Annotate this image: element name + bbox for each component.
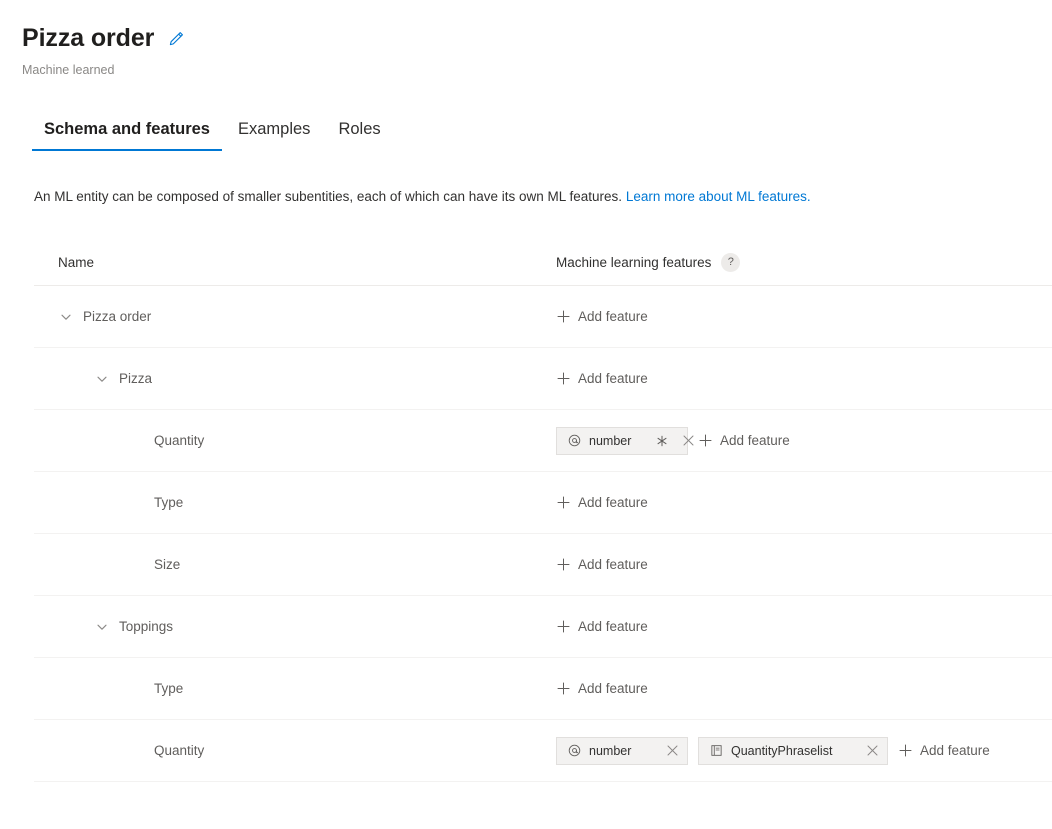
tab-label: Roles [338,120,381,138]
table-row: Type Add feature [34,472,1052,534]
chevron-down-icon[interactable] [58,309,74,325]
plus-icon [556,682,570,696]
row-features-cell: number QuantityPhraselist Add feature [556,736,1052,765]
feature-chip-label: number [589,743,632,758]
phraselist-book-icon [709,744,723,758]
table-row: Quantity number Add feature [34,410,1052,472]
table-row: Size Add feature [34,534,1052,596]
page-header: Pizza order Machine learned [0,0,1052,78]
feature-chip[interactable]: number [556,426,694,455]
chevron-down-icon[interactable] [94,371,110,387]
plus-icon [556,310,570,324]
row-name-cell: Size [34,557,556,572]
table-body: Pizza order Add feature Pizza Add feature Qu… [34,286,1052,782]
remove-feature-close-icon[interactable] [663,742,681,760]
plus-icon [556,558,570,572]
add-feature-button[interactable]: Add feature [556,371,648,386]
tab-label: Examples [237,120,311,138]
add-feature-label: Add feature [578,619,648,634]
row-name-cell: Toppings [34,619,556,635]
chevron-down-icon[interactable] [94,619,110,635]
add-feature-label: Add feature [578,309,648,324]
table-row: Pizza Add feature [34,348,1052,410]
description-body: An ML entity can be composed of smaller … [34,189,623,204]
row-features-cell: number Add feature [556,426,1052,455]
plus-icon [898,744,912,758]
feature-chip-label: QuantityPhraselist [731,743,833,758]
tab-schema-and-features[interactable]: Schema and features [30,118,224,151]
add-feature-button[interactable]: Add feature [556,681,648,696]
feature-chip-label: number [589,433,632,448]
remove-feature-close-icon[interactable] [863,742,881,760]
add-feature-button[interactable]: Add feature [556,495,648,510]
table-header-row: Name Machine learning features ? [34,245,1052,286]
row-features-cell: Add feature [556,557,1052,572]
help-icon[interactable]: ? [721,252,741,272]
row-name-label: Type [154,681,184,696]
page-title: Pizza order [22,24,155,52]
add-feature-label: Add feature [578,495,648,510]
row-name-cell: Type [34,681,556,696]
add-feature-label: Add feature [578,681,648,696]
pencil-icon[interactable] [166,29,186,49]
learn-more-link[interactable]: Learn more about ML features. [626,189,811,204]
row-name-label: Toppings [119,619,174,634]
feature-chip[interactable]: QuantityPhraselist [698,736,888,765]
row-name-label: Pizza [119,371,153,386]
description-text: An ML entity can be composed of smaller … [0,187,1052,207]
row-name-cell: Pizza order [34,309,556,325]
add-feature-label: Add feature [578,371,648,386]
row-features-cell: Add feature [556,681,1052,696]
table-row: Quantity number QuantityPhraselist Add feat… [34,720,1052,782]
row-name-label: Quantity [154,433,205,448]
add-feature-button[interactable]: Add feature [556,309,648,324]
row-name-label: Size [154,557,181,572]
plus-icon [556,496,570,510]
row-features-cell: Add feature [556,371,1052,386]
tab-examples[interactable]: Examples [224,118,324,151]
plus-icon [556,372,570,386]
row-name-cell: Pizza [34,371,556,387]
table-row: Pizza order Add feature [34,286,1052,348]
row-name-cell: Quantity [34,743,556,758]
row-name-cell: Quantity [34,433,556,448]
add-feature-label: Add feature [720,433,790,448]
plus-icon [698,434,712,448]
tab-label: Schema and features [44,120,210,138]
required-star-icon[interactable] [653,432,671,450]
tab-bar: Schema and features Examples Roles [0,118,1052,151]
title-row: Pizza order [22,22,1052,54]
row-name-label: Type [154,495,184,510]
add-feature-button[interactable]: Add feature [698,433,790,448]
row-features-cell: Add feature [556,309,1052,324]
table-row: Type Add feature [34,658,1052,720]
feature-chip[interactable]: number [556,736,688,765]
at-sign-icon [567,434,581,448]
column-header-name: Name [58,254,95,270]
entity-type-subtitle: Machine learned [22,63,115,77]
add-feature-button[interactable]: Add feature [898,743,990,758]
column-header-features-group: Machine learning features ? [556,252,741,272]
plus-icon [556,620,570,634]
row-name-label: Quantity [154,743,205,758]
row-features-cell: Add feature [556,619,1052,634]
tab-roles[interactable]: Roles [324,118,394,151]
add-feature-button[interactable]: Add feature [556,557,648,572]
at-sign-icon [567,744,581,758]
row-name-cell: Type [34,495,556,510]
column-header-features: Machine learning features [556,254,712,270]
add-feature-label: Add feature [920,743,990,758]
remove-feature-close-icon[interactable] [679,432,697,450]
add-feature-label: Add feature [578,557,648,572]
schema-features-table: Name Machine learning features ? Pizza o… [34,245,1052,782]
row-features-cell: Add feature [556,495,1052,510]
add-feature-button[interactable]: Add feature [556,619,648,634]
table-row: Toppings Add feature [34,596,1052,658]
row-name-label: Pizza order [83,309,152,324]
